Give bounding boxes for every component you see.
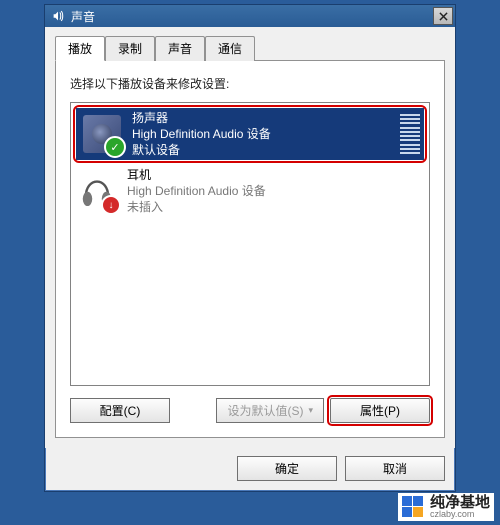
device-status: 默认设备 (132, 142, 394, 158)
device-row[interactable]: ↓ 耳机 High Definition Audio 设备 未插入 (71, 165, 429, 217)
configure-button[interactable]: 配置(C) (70, 398, 170, 423)
device-status: 未插入 (127, 199, 425, 215)
panel-button-row: 配置(C) 设为默认值(S) 属性(P) (70, 398, 430, 423)
device-subname: High Definition Audio 设备 (127, 183, 425, 199)
default-check-icon: ✓ (104, 136, 126, 158)
device-name: 扬声器 (132, 110, 394, 126)
panel-instruction: 选择以下播放设备来修改设置: (70, 75, 430, 92)
tab-strip: 播放 录制 声音 通信 (55, 35, 445, 60)
ok-button[interactable]: 确定 (237, 456, 337, 481)
tab-playback[interactable]: 播放 (55, 36, 105, 61)
device-text: 扬声器 High Definition Audio 设备 默认设备 (132, 110, 394, 159)
speaker-icon: ✓ (80, 112, 124, 156)
device-row-highlight: ✓ 扬声器 High Definition Audio 设备 默认设备 (73, 105, 427, 163)
set-default-button[interactable]: 设为默认值(S) (216, 398, 324, 423)
level-meter (400, 114, 420, 154)
close-button[interactable] (433, 7, 453, 25)
unplugged-icon: ↓ (101, 195, 121, 215)
playback-panel: 选择以下播放设备来修改设置: ✓ 扬声器 High Definition Aud… (55, 60, 445, 438)
window-title: 声音 (71, 8, 433, 25)
device-row[interactable]: ✓ 扬声器 High Definition Audio 设备 默认设备 (76, 108, 424, 160)
device-name: 耳机 (127, 167, 425, 183)
watermark-url: czlaby.com (430, 510, 490, 519)
tab-sounds[interactable]: 声音 (155, 36, 205, 61)
sound-sys-icon (51, 9, 65, 23)
sound-dialog: 声音 播放 录制 声音 通信 选择以下播放设备来修改设置: (44, 4, 456, 492)
cancel-button[interactable]: 取消 (345, 456, 445, 481)
watermark-icon (402, 496, 424, 518)
device-list[interactable]: ✓ 扬声器 High Definition Audio 设备 默认设备 (70, 102, 430, 386)
tab-recording[interactable]: 录制 (105, 36, 155, 61)
titlebar[interactable]: 声音 (45, 5, 455, 27)
watermark-logo: 纯净基地 czlaby.com (398, 493, 494, 521)
properties-button[interactable]: 属性(P) (330, 398, 430, 423)
dialog-button-row: 确定 取消 (45, 448, 455, 491)
device-subname: High Definition Audio 设备 (132, 126, 394, 142)
watermark-name: 纯净基地 (430, 495, 490, 510)
device-text: 耳机 High Definition Audio 设备 未插入 (127, 167, 425, 216)
tab-communications[interactable]: 通信 (205, 36, 255, 61)
headphone-icon: ↓ (75, 169, 119, 213)
dialog-client: 播放 录制 声音 通信 选择以下播放设备来修改设置: ✓ (45, 27, 455, 448)
